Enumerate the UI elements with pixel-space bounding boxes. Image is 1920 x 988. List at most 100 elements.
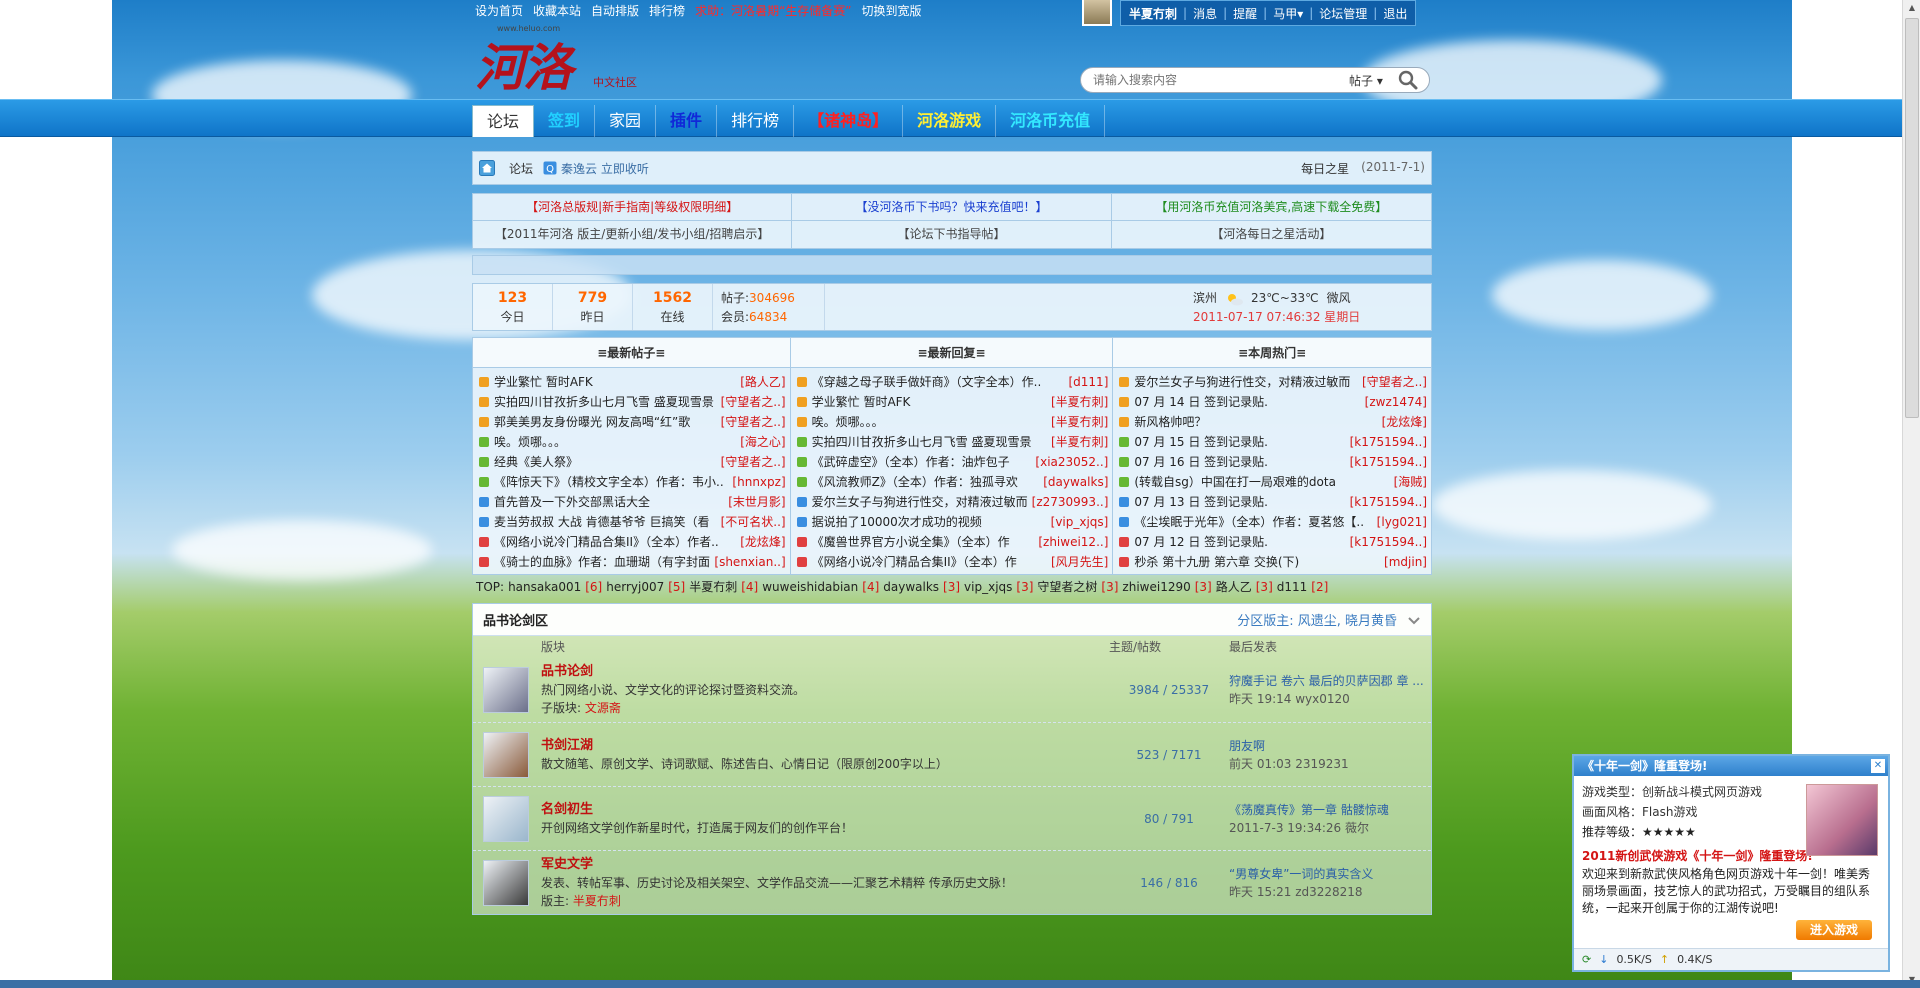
thread-title[interactable]: 07 月 15 日 签到记录贴. xyxy=(1134,432,1345,452)
thread-title[interactable]: 《骑士的血脉》作者：血珊瑚（有字封面 xyxy=(494,552,710,572)
top-user[interactable]: 路人乙 xyxy=(1216,580,1252,594)
thread-title[interactable]: 爱尔兰女子与狗进行性交，对精液过敏而 xyxy=(812,492,1028,512)
thread-author[interactable]: [zwz1474] xyxy=(1365,392,1427,412)
top-user[interactable]: 半夏冇刺 xyxy=(689,580,737,594)
avatar[interactable] xyxy=(1082,0,1112,26)
thread-author[interactable]: [守望者之..] xyxy=(721,452,786,472)
thread-title[interactable]: 学业繁忙 暂时AFK xyxy=(494,372,736,392)
nav-forum[interactable]: 论坛 xyxy=(472,105,535,137)
search-icon[interactable] xyxy=(1397,69,1419,91)
thread-author[interactable]: [路人乙] xyxy=(740,372,785,392)
nav-games[interactable]: 河洛游戏 xyxy=(903,105,997,137)
thread-author[interactable]: [龙炫烽] xyxy=(1382,412,1427,432)
thread-author[interactable]: [半夏冇刺] xyxy=(1051,412,1108,432)
thread-title[interactable]: 《穿越之母子联手做奸商》（文字全本）作.. xyxy=(812,372,1065,392)
forum-icon[interactable] xyxy=(483,795,529,842)
thread-title[interactable]: (转载自sg）中国在打一局艰难的dota xyxy=(1134,472,1389,492)
thread-title[interactable]: 实拍四川甘孜折多山七月飞雪 盛夏现雪景 xyxy=(812,432,1047,452)
last-post-title[interactable]: 《荡魔真传》第一章 骷髅惊魂 xyxy=(1229,801,1431,819)
toplink[interactable]: 收藏本站 xyxy=(533,2,581,18)
radio-link[interactable]: 秦逸云 立即收听 xyxy=(561,160,649,177)
latest-post-item[interactable]: 学业繁忙 暂时AFK [路人乙] xyxy=(479,372,786,392)
nav-ranking[interactable]: 排行榜 xyxy=(717,105,795,137)
thread-author[interactable]: [末世月影] xyxy=(728,492,785,512)
latest-post-item[interactable]: 首先普及一下外交部黑话大全 [末世月影] xyxy=(479,492,786,512)
thread-title[interactable]: 秒杀 第十九册 第六章 交换(下) xyxy=(1134,552,1380,572)
menu-messages[interactable]: 消息 xyxy=(1193,5,1217,22)
top-user[interactable]: daywalks xyxy=(883,580,939,594)
thread-title[interactable]: 《武碎虚空》（全本）作者：油炸包子 xyxy=(812,452,1032,472)
thread-title[interactable]: 《尘埃眠于光年》（全本）作者：夏茗悠【.. xyxy=(1134,512,1372,532)
enter-game-button[interactable]: 进入游戏 xyxy=(1796,920,1872,940)
thread-title[interactable]: 07 月 12 日 签到记录贴. xyxy=(1134,532,1345,552)
thread-author[interactable]: [不可名状..] xyxy=(721,512,786,532)
toplink[interactable]: 排行榜 xyxy=(649,2,685,18)
scroll-up-arrow-icon[interactable]: ▲ xyxy=(1903,0,1920,16)
forum-icon[interactable] xyxy=(483,731,529,778)
thread-title[interactable]: 首先普及一下外交部黑话大全 xyxy=(494,492,724,512)
thread-author[interactable]: [半夏冇刺] xyxy=(1051,432,1108,452)
top-user[interactable]: vip_xjqs xyxy=(964,580,1012,594)
thread-title[interactable]: 《阵惊天下》（精校文字全本）作者：韦小.. xyxy=(494,472,728,492)
thread-title[interactable]: 唉。烦哪。。。 xyxy=(812,412,1047,432)
latest-reply-item[interactable]: 学业繁忙 暂时AFK [半夏冇刺] xyxy=(796,392,1108,412)
last-post-title[interactable]: 狩魔手记 卷六 最后的贝萨因郡 章 ... xyxy=(1229,672,1431,690)
search-type-select[interactable]: 帖子 ▾ xyxy=(1349,72,1391,89)
thread-author[interactable]: [k1751594..] xyxy=(1350,492,1427,512)
toplink[interactable]: 设为首页 xyxy=(475,2,523,18)
notice-link[interactable]: 【河洛总版规|新手指南|等级权限明细】 xyxy=(473,194,793,221)
thread-title[interactable]: 爱尔兰女子与狗进行性交，对精液过敏而 xyxy=(1134,372,1358,392)
latest-post-item[interactable]: 实拍四川甘孜折多山七月飞雪 盛夏现雪景 [守望者之..] xyxy=(479,392,786,412)
top-user[interactable]: wuweishidabian xyxy=(762,580,858,594)
forum-name[interactable]: 书剑江湖 xyxy=(541,737,1109,755)
username[interactable]: 半夏冇刺 xyxy=(1129,5,1177,22)
thread-title[interactable]: 实拍四川甘孜折多山七月飞雪 盛夏现雪景 xyxy=(494,392,717,412)
site-logo[interactable]: www.heluo.com 河洛 中文社区 xyxy=(475,22,665,97)
category-moderators[interactable]: 分区版主: 风遗尘, 晓月黄昏 xyxy=(1237,610,1397,629)
thread-author[interactable]: [xia23052..] xyxy=(1035,452,1108,472)
scroll-thumb[interactable] xyxy=(1905,18,1919,418)
notice-link[interactable]: 【河洛每日之星活动】 xyxy=(1112,221,1431,248)
latest-reply-item[interactable]: 《武碎虚空》（全本）作者：油炸包子 [xia23052..] xyxy=(796,452,1108,472)
thread-author[interactable]: [k1751594..] xyxy=(1350,452,1427,472)
latest-post-item[interactable]: 郭美美男友身份曝光 网友高喝“红”歌 [守望者之..] xyxy=(479,412,786,432)
thread-author[interactable]: [hnnxpz] xyxy=(732,472,785,492)
latest-reply-item[interactable]: 《穿越之母子联手做奸商》（文字全本）作.. [d111] xyxy=(796,372,1108,392)
thread-title[interactable]: 07 月 14 日 签到记录贴. xyxy=(1134,392,1360,412)
thread-author[interactable]: [k1751594..] xyxy=(1350,532,1427,552)
thread-author[interactable]: [shenxian..] xyxy=(714,552,785,572)
nav-plugins[interactable]: 插件 xyxy=(656,105,718,137)
thread-author[interactable]: [守望者之..] xyxy=(721,392,786,412)
hot-thread-item[interactable]: 07 月 13 日 签到记录贴. [k1751594..] xyxy=(1119,492,1427,512)
forum-icon[interactable] xyxy=(483,667,529,713)
latest-reply-item[interactable]: 实拍四川甘孜折多山七月飞雪 盛夏现雪景 [半夏冇刺] xyxy=(796,432,1108,452)
thread-author[interactable]: [lyg021] xyxy=(1377,512,1427,532)
toplink[interactable]: 切换到宽版 xyxy=(862,2,922,18)
thread-title[interactable]: 学业繁忙 暂时AFK xyxy=(812,392,1047,412)
hot-thread-item[interactable]: 《尘埃眠于光年》（全本）作者：夏茗悠【.. [lyg021] xyxy=(1119,512,1427,532)
nav-gods-island[interactable]: 【诸神岛】 xyxy=(794,105,904,137)
hot-thread-item[interactable]: 07 月 14 日 签到记录贴. [zwz1474] xyxy=(1119,392,1427,412)
hot-thread-item[interactable]: 07 月 16 日 签到记录贴. [k1751594..] xyxy=(1119,452,1427,472)
daily-star-link[interactable]: 每日之星 xyxy=(1301,160,1349,177)
forum-sub-link[interactable]: 半夏冇刺 xyxy=(573,894,621,908)
search-input[interactable] xyxy=(1093,73,1343,87)
latest-post-item[interactable]: 经典《美人祭》 [守望者之..] xyxy=(479,452,786,472)
thread-title[interactable]: 《风流教师Z》（全本）作者：独孤寻欢 xyxy=(812,472,1040,492)
hot-thread-item[interactable]: (转载自sg）中国在打一局艰难的dota [海贼] xyxy=(1119,472,1427,492)
latest-post-item[interactable]: 《骑士的血脉》作者：血珊瑚（有字封面 [shenxian..] xyxy=(479,552,786,572)
game-image[interactable] xyxy=(1806,784,1878,856)
top-user[interactable]: herryj007 xyxy=(606,580,664,594)
thread-title[interactable]: 《魔兽世界官方小说全集》（全本）作 xyxy=(812,532,1035,552)
forum-name[interactable]: 军史文学 xyxy=(541,856,1109,874)
collapse-chevron-icon[interactable] xyxy=(1407,613,1421,627)
hot-thread-item[interactable]: 07 月 15 日 签到记录贴. [k1751594..] xyxy=(1119,432,1427,452)
category-title[interactable]: 品书论剑区 xyxy=(483,610,548,629)
toplink[interactable]: 自动排版 xyxy=(591,2,639,18)
forum-name[interactable]: 品书论剑 xyxy=(541,663,1109,681)
latest-post-item[interactable]: 麦当劳叔叔 大战 肯德基爷爷 巨搞笑（看 [不可名状..] xyxy=(479,512,786,532)
latest-reply-item[interactable]: 《魔兽世界官方小说全集》（全本）作 [zhiwei12..] xyxy=(796,532,1108,552)
thread-title[interactable]: 经典《美人祭》 xyxy=(494,452,717,472)
forum-name[interactable]: 名剑初生 xyxy=(541,801,1109,819)
thread-author[interactable]: [守望者之..] xyxy=(1362,372,1427,392)
